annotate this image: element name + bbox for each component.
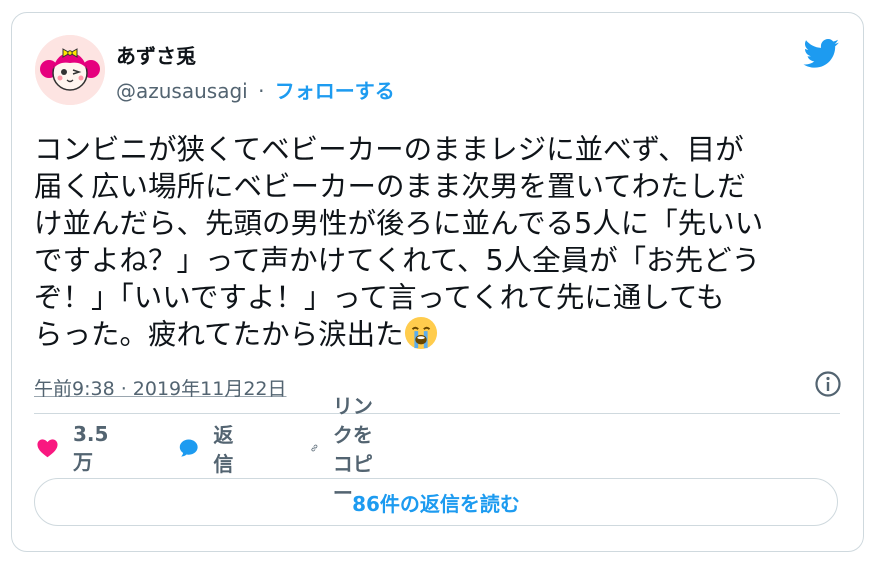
- read-replies-button[interactable]: 86件の返信を読む: [34, 478, 838, 526]
- loudly-crying-face-icon: [404, 316, 437, 350]
- twitter-bird-icon[interactable]: [803, 39, 840, 69]
- like-count: 3.5万: [72, 421, 109, 474]
- tweet-timestamp[interactable]: 午前9:38 · 2019年11月22日: [34, 374, 287, 401]
- follow-button[interactable]: フォローする: [275, 79, 395, 103]
- tweet-text: コンビニが狭くてベビーカーのままレジに並べず、目が 届く広い場所にベビーカーのま…: [34, 131, 844, 353]
- like-button[interactable]: 3.5万: [36, 422, 115, 474]
- author-name[interactable]: あずさ兎: [116, 40, 196, 69]
- tweet-card: あずさ兎 @azusausagi · フォローする コンビニが狭くてベビーカーの…: [11, 12, 864, 552]
- link-icon: [311, 444, 318, 452]
- reply-bubble-icon: [179, 439, 198, 457]
- author-handle[interactable]: @azusausagi: [116, 79, 248, 103]
- author-handle-row: @azusausagi · フォローする: [116, 75, 395, 104]
- reply-button[interactable]: 返信: [178, 423, 242, 476]
- divider: [34, 413, 840, 414]
- heart-icon: [37, 439, 58, 458]
- copy-link-button[interactable]: リンクをコピー: [310, 394, 374, 505]
- info-icon[interactable]: [814, 370, 842, 398]
- separator: ·: [258, 79, 265, 103]
- tweet-body: コンビニが狭くてベビーカーのままレジに並べず、目が 届く広い場所にベビーカーのま…: [34, 133, 764, 351]
- reply-label: 返信: [213, 423, 234, 476]
- avatar[interactable]: [35, 35, 105, 105]
